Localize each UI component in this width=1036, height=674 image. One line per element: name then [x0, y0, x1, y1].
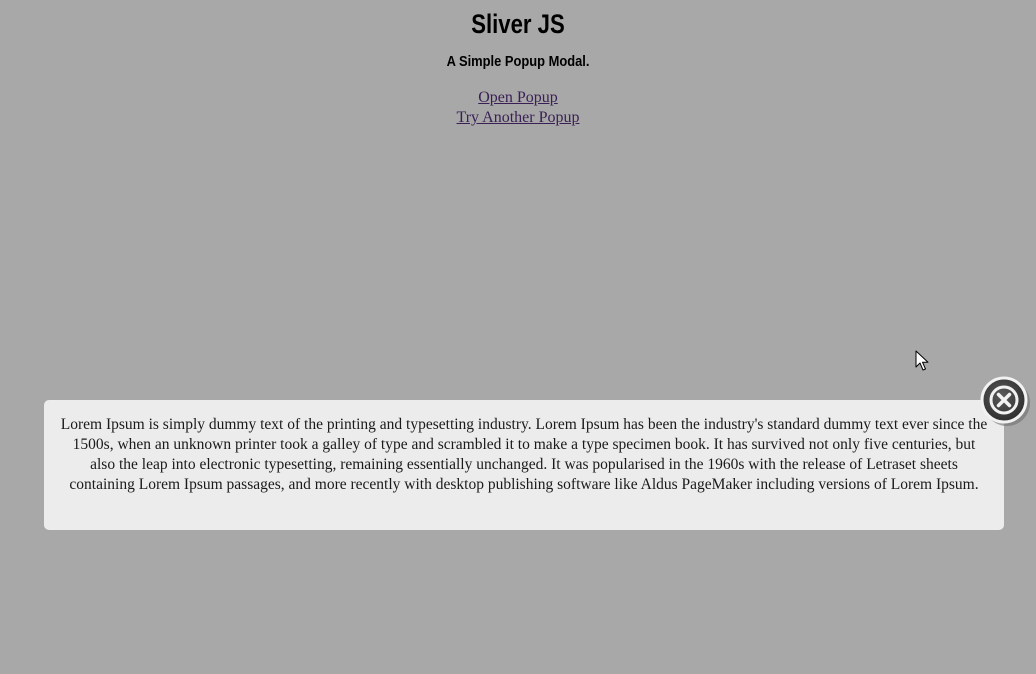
mouse-pointer-icon [915, 350, 929, 371]
try-another-popup-link[interactable]: Try Another Popup [457, 109, 580, 126]
popup-links: Open Popup Try Another Popup [0, 88, 1036, 128]
close-circle-icon [980, 376, 1030, 426]
page-title: Sliver JS [471, 9, 565, 39]
page-header: Sliver JS A Simple Popup Modal. [0, 0, 1036, 72]
modal-body-text: Lorem Ipsum is simply dummy text of the … [60, 416, 988, 493]
page-subtitle: A Simple Popup Modal. [446, 53, 590, 70]
popup-modal: Lorem Ipsum is simply dummy text of the … [44, 400, 1004, 530]
page: Sliver JS A Simple Popup Modal. Open Pop… [0, 0, 1036, 674]
modal-close-button[interactable] [980, 376, 1032, 428]
open-popup-link[interactable]: Open Popup [478, 89, 558, 106]
